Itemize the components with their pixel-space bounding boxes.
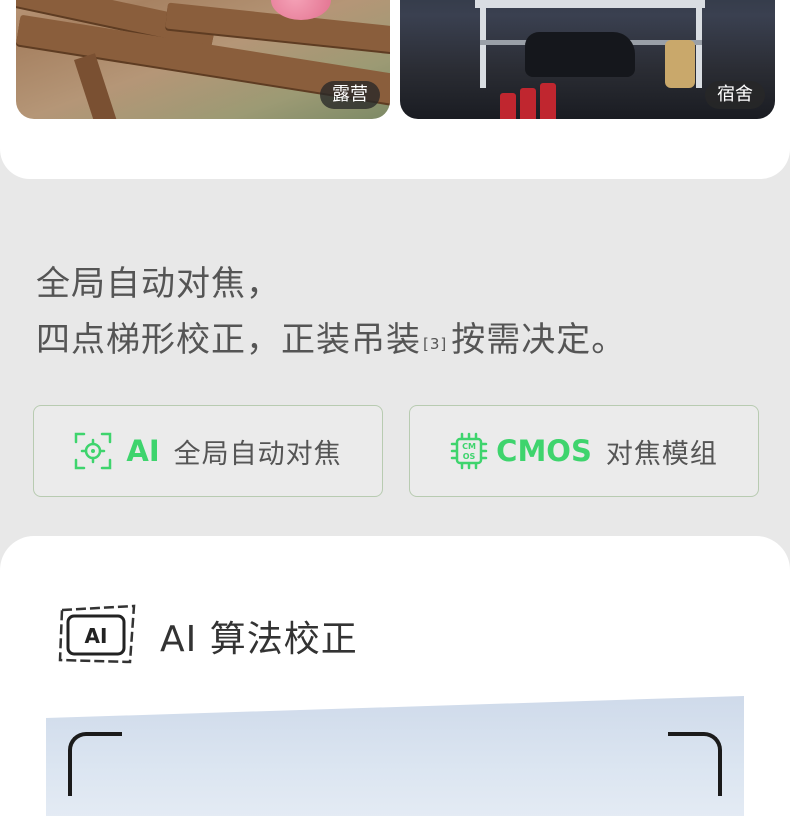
headline: 全局自动对焦， 四点梯形校正，正装吊装 [3] 按需决定。 (36, 256, 626, 368)
section-title: AI 算法校正 (160, 619, 358, 660)
cmos-chip-icon: CM OS (450, 432, 488, 470)
soda-can (520, 88, 536, 119)
feature-highlight-cmos: CMOS (496, 434, 592, 468)
photo-tag-dorm: 宿舍 (705, 81, 765, 109)
corner-marker-top-right (668, 732, 722, 796)
ai-badge-icon: AI (58, 604, 138, 670)
ai-badge-text: AI (85, 624, 108, 648)
feature-ai-autofocus: AI 全局自动对焦 (33, 405, 383, 497)
focus-target-icon (74, 432, 112, 470)
photo-tag-camping: 露营 (320, 81, 380, 109)
ai-correction-section: AI AI 算法校正 (0, 536, 790, 816)
feature-cmos-module: CM OS CMOS 对焦模组 (409, 405, 759, 497)
backpack (525, 32, 635, 77)
feature-text-focus-module: 对焦模组 (605, 438, 718, 470)
soda-can (500, 93, 516, 119)
headline-line-1: 全局自动对焦， (36, 264, 281, 304)
dorm-photo: 宿舍 (400, 0, 775, 119)
feature-text-autofocus: 全局自动对焦 (173, 438, 342, 470)
chip-label-top: CM (462, 442, 476, 451)
corner-marker-top-left (68, 732, 122, 796)
projection-preview (46, 696, 744, 816)
footnote-ref[interactable]: [3] (423, 335, 447, 353)
chip-label-bottom: OS (463, 452, 476, 461)
soda-can (540, 83, 556, 119)
headline-line-2: 四点梯形校正，正装吊装 [3] 按需决定。 (36, 312, 626, 368)
photo-card: 露营 宿舍 (0, 0, 790, 179)
feature-highlight-ai: AI (126, 434, 160, 468)
snack-jar (665, 40, 695, 88)
headline-line-2-a: 四点梯形校正，正装吊装 (36, 320, 421, 360)
shelf-top (475, 0, 705, 8)
shelf-post (480, 8, 486, 88)
table-leg (74, 53, 133, 119)
headline-line-2-b: 按需决定。 (451, 320, 627, 360)
camping-photo: 露营 (16, 0, 390, 119)
shelf-post (696, 8, 702, 88)
